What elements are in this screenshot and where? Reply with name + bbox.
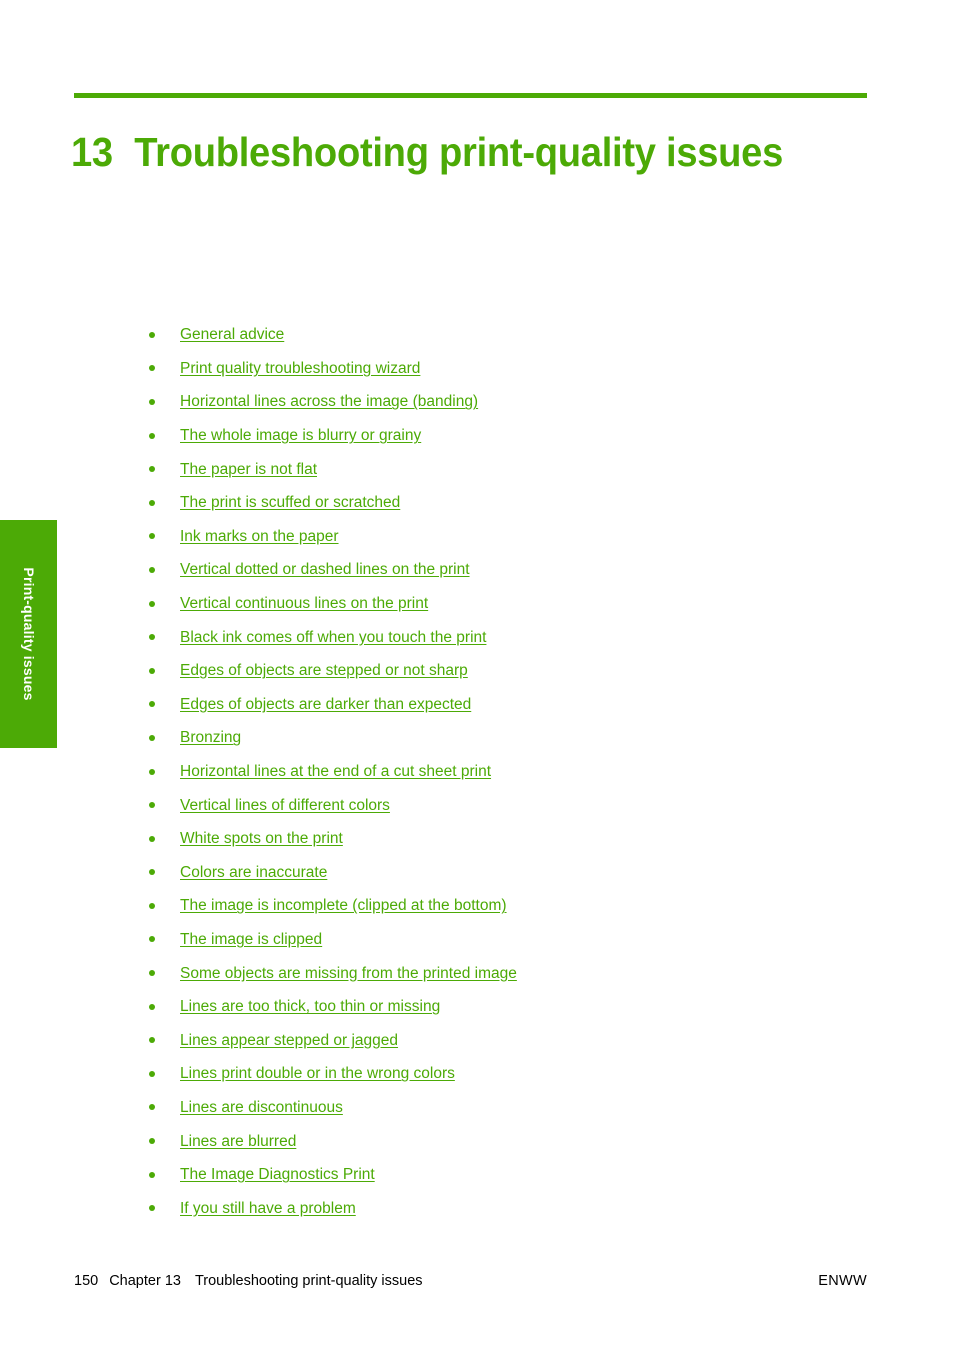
bullet-icon bbox=[149, 936, 155, 943]
list-item[interactable]: Ink marks on the paper bbox=[146, 520, 846, 554]
list-item[interactable]: Print quality troubleshooting wizard bbox=[146, 352, 846, 386]
bullet-icon bbox=[149, 802, 155, 809]
toc-link[interactable]: The image is incomplete (clipped at the … bbox=[180, 896, 507, 915]
toc-link[interactable]: If you still have a problem bbox=[180, 1199, 356, 1218]
toc-link[interactable]: The image is clipped bbox=[180, 930, 322, 949]
list-item[interactable]: Bronzing bbox=[146, 721, 846, 755]
toc-link[interactable]: Lines appear stepped or jagged bbox=[180, 1031, 398, 1050]
chapter-heading-rule bbox=[74, 93, 867, 98]
toc-link[interactable]: Some objects are missing from the printe… bbox=[180, 964, 517, 983]
list-item[interactable]: The image is incomplete (clipped at the … bbox=[146, 889, 846, 923]
bullet-icon bbox=[149, 1037, 155, 1044]
footer-locale-code: ENWW bbox=[818, 1273, 867, 1289]
toc-link[interactable]: The Image Diagnostics Print bbox=[180, 1165, 375, 1184]
toc-link[interactable]: Lines are too thick, too thin or missing bbox=[180, 997, 440, 1016]
list-item[interactable]: The print is scuffed or scratched bbox=[146, 486, 846, 520]
bullet-icon bbox=[149, 566, 155, 573]
bullet-icon bbox=[149, 902, 155, 909]
footer-page-number: 150 bbox=[74, 1273, 99, 1289]
list-item[interactable]: Lines are too thick, too thin or missing bbox=[146, 990, 846, 1024]
toc-link[interactable]: Lines are discontinuous bbox=[180, 1098, 343, 1117]
list-item[interactable]: Edges of objects are stepped or not shar… bbox=[146, 654, 846, 688]
footer-chapter-title: Troubleshooting print-quality issues bbox=[194, 1273, 423, 1289]
footer-left: 150 Chapter 13 Troubleshooting print-qua… bbox=[74, 1271, 423, 1291]
list-item[interactable]: The Image Diagnostics Print bbox=[146, 1158, 846, 1192]
bullet-icon bbox=[149, 701, 155, 708]
list-item[interactable]: The whole image is blurry or grainy bbox=[146, 419, 846, 453]
list-item[interactable]: Horizontal lines across the image (bandi… bbox=[146, 385, 846, 419]
bullet-icon bbox=[149, 768, 155, 775]
list-item[interactable]: White spots on the print bbox=[146, 822, 846, 856]
list-item[interactable]: General advice bbox=[146, 318, 846, 352]
bullet-icon bbox=[149, 331, 155, 338]
list-item[interactable]: Vertical continuous lines on the print bbox=[146, 587, 846, 621]
toc-link[interactable]: Bronzing bbox=[180, 728, 241, 747]
footer-chapter-label: Chapter 13 bbox=[109, 1273, 181, 1289]
toc-link[interactable]: The whole image is blurry or grainy bbox=[180, 426, 421, 445]
list-item[interactable]: Lines print double or in the wrong color… bbox=[146, 1057, 846, 1091]
side-tab-label: Print-quality issues bbox=[20, 567, 37, 701]
bullet-icon bbox=[149, 634, 155, 641]
toc-link[interactable]: Edges of objects are stepped or not shar… bbox=[180, 661, 468, 680]
bullet-icon bbox=[149, 533, 155, 540]
toc-link[interactable]: Vertical dotted or dashed lines on the p… bbox=[180, 560, 470, 579]
toc-link[interactable]: The paper is not flat bbox=[180, 460, 317, 479]
toc-link[interactable]: Ink marks on the paper bbox=[180, 527, 339, 546]
toc-link[interactable]: Black ink comes off when you touch the p… bbox=[180, 628, 486, 647]
toc-link[interactable]: White spots on the print bbox=[180, 829, 343, 848]
toc-link[interactable]: Lines are blurred bbox=[180, 1132, 296, 1151]
bullet-icon bbox=[149, 970, 155, 977]
list-item[interactable]: Horizontal lines at the end of a cut she… bbox=[146, 755, 846, 789]
toc-link[interactable]: Print quality troubleshooting wizard bbox=[180, 359, 420, 378]
bullet-icon bbox=[149, 1003, 155, 1010]
list-item[interactable]: Lines are discontinuous bbox=[146, 1091, 846, 1125]
toc-link[interactable]: Vertical lines of different colors bbox=[180, 796, 390, 815]
bullet-icon bbox=[149, 835, 155, 842]
list-item[interactable]: Colors are inaccurate bbox=[146, 856, 846, 890]
list-item[interactable]: Vertical dotted or dashed lines on the p… bbox=[146, 553, 846, 587]
toc-link[interactable]: Horizontal lines at the end of a cut she… bbox=[180, 762, 491, 781]
toc-link[interactable]: Edges of objects are darker than expecte… bbox=[180, 695, 471, 714]
list-item[interactable]: Lines appear stepped or jagged bbox=[146, 1023, 846, 1057]
toc-link[interactable]: Lines print double or in the wrong color… bbox=[180, 1064, 455, 1083]
toc-link[interactable]: Vertical continuous lines on the print bbox=[180, 594, 428, 613]
toc-link[interactable]: General advice bbox=[180, 325, 284, 344]
list-item[interactable]: Black ink comes off when you touch the p… bbox=[146, 620, 846, 654]
bullet-icon bbox=[149, 1138, 155, 1145]
list-item[interactable]: If you still have a problem bbox=[146, 1191, 846, 1225]
list-item[interactable]: Lines are blurred bbox=[146, 1124, 846, 1158]
bullet-icon bbox=[149, 1171, 155, 1178]
list-item[interactable]: Edges of objects are darker than expecte… bbox=[146, 688, 846, 722]
toc-link[interactable]: Colors are inaccurate bbox=[180, 863, 327, 882]
bullet-icon bbox=[149, 499, 155, 506]
bullet-icon bbox=[149, 365, 155, 372]
bullet-icon bbox=[149, 667, 155, 674]
bullet-icon bbox=[149, 432, 155, 439]
list-item[interactable]: The paper is not flat bbox=[146, 452, 846, 486]
bullet-icon bbox=[149, 1070, 155, 1077]
page-title: 13 Troubleshooting print-quality issues bbox=[71, 127, 834, 177]
toc-link[interactable]: The print is scuffed or scratched bbox=[180, 493, 400, 512]
bullet-icon bbox=[149, 466, 155, 473]
chapter-number: 13 bbox=[71, 129, 113, 176]
list-item[interactable]: Some objects are missing from the printe… bbox=[146, 956, 846, 990]
bullet-icon bbox=[149, 1104, 155, 1111]
bullet-icon bbox=[149, 734, 155, 741]
bullet-icon bbox=[149, 600, 155, 607]
bullet-icon bbox=[149, 869, 155, 876]
list-item[interactable]: Vertical lines of different colors bbox=[146, 788, 846, 822]
toc-link[interactable]: Horizontal lines across the image (bandi… bbox=[180, 392, 478, 411]
page-footer: 150 Chapter 13 Troubleshooting print-qua… bbox=[74, 1271, 867, 1291]
document-page: 13 Troubleshooting print-quality issues … bbox=[0, 0, 954, 1350]
chapter-contents-list: General advice Print quality troubleshoo… bbox=[146, 318, 846, 1225]
chapter-title: Troubleshooting print-quality issues bbox=[134, 129, 784, 176]
list-item[interactable]: The image is clipped bbox=[146, 923, 846, 957]
bullet-icon bbox=[149, 1205, 155, 1212]
bullet-icon bbox=[149, 398, 155, 405]
side-tab: Print-quality issues bbox=[0, 520, 57, 748]
